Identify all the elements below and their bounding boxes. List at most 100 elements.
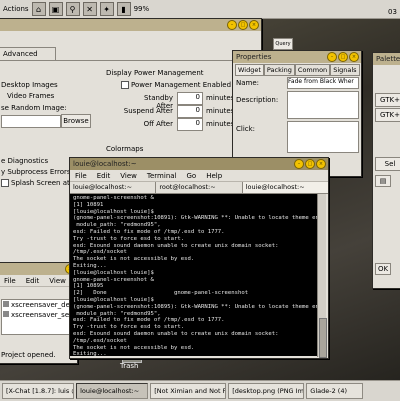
list-item[interactable]: xscreensaver_settin <box>2 310 76 320</box>
suspend-label: Suspend After <box>123 107 173 115</box>
off-input[interactable]: 0 <box>177 118 203 131</box>
list-item[interactable]: xscreensaver_demo <box>2 300 76 310</box>
close-icon[interactable]: × <box>316 159 326 169</box>
terminal-line: module_path: "redmond95", <box>73 310 161 317</box>
suspend-input[interactable]: 0 <box>177 105 203 118</box>
clock: 03 <box>388 8 397 16</box>
colormaps-section-title: Colormaps <box>106 145 144 153</box>
terminal-line: The socket is not accessible by esd. <box>73 344 195 351</box>
power-enabled-checkbox[interactable] <box>121 81 129 89</box>
file-name: xscreensaver_demo <box>11 301 76 309</box>
terminal-titlebar[interactable]: louie@localhost:~ – □ × <box>70 158 328 170</box>
description-input[interactable] <box>287 91 359 119</box>
query-button[interactable]: Query <box>273 38 293 50</box>
power-enabled-option[interactable]: Power Management Enabled <box>121 81 231 89</box>
terminal-line: /tmp/.esd/socket <box>73 337 127 344</box>
name-input[interactable]: Fade from Black Wher <box>287 77 359 89</box>
terminal-output[interactable]: gnome-panel-screenshot & [1] 10891 [louie@… <box>70 194 317 356</box>
properties-title: Properties <box>236 53 272 61</box>
menu-terminal[interactable]: Terminal <box>147 172 177 180</box>
terminal-line: esd: Failed to fix mode of /tmp/.esd to … <box>73 228 225 235</box>
menu-go[interactable]: Go <box>187 172 197 180</box>
tab-divider <box>0 60 261 61</box>
task-terminal[interactable]: louie@localhost:~ <box>76 383 149 399</box>
tab-common[interactable]: Common <box>294 64 331 76</box>
name-label: Name: <box>236 79 260 87</box>
battery-percent: 99% <box>133 5 150 13</box>
palette-widget-icon[interactable]: ▤ <box>375 175 391 187</box>
terminal-line: Try -trust to force esd to start. <box>73 324 185 331</box>
menu-view[interactable]: View <box>120 172 137 180</box>
terminal-tab-1[interactable]: louie@localhost:~ <box>70 182 157 193</box>
minimize-icon[interactable]: – <box>227 20 237 30</box>
palette-ok-button[interactable]: OK <box>375 263 391 275</box>
tab-signals[interactable]: Signals <box>330 64 360 76</box>
maximize-icon[interactable]: □ <box>305 159 315 169</box>
terminal-line: [2] Done gnome-panel-screenshot <box>73 290 249 297</box>
standby-input[interactable]: 0 <box>177 92 203 105</box>
terminal-line: [louie@localhost louie]$ <box>73 269 154 276</box>
diagnostics-option[interactable]: e Diagnostics <box>1 157 48 165</box>
task-image-viewer[interactable]: [desktop.png (PNG Im <box>228 383 305 399</box>
diagnostics-label: e Diagnostics <box>1 157 49 165</box>
menu-file[interactable]: File <box>4 277 16 285</box>
task-xchat[interactable]: [X-Chat [1.8.7]: luis @ <box>2 383 75 399</box>
menu-edit[interactable]: Edit <box>26 277 40 285</box>
project-titlebar[interactable]: × <box>0 263 77 275</box>
task-browser[interactable]: [Not Ximian and Not F <box>150 383 227 399</box>
network-icon[interactable]: ✦ <box>99 2 114 16</box>
splash-checkbox[interactable] <box>1 179 9 187</box>
palette-title: Palette <box>376 55 400 63</box>
menu-file[interactable]: File <box>75 172 87 180</box>
terminal-line: [louie@localhost louie]$ <box>73 296 154 303</box>
maximize-icon[interactable]: □ <box>338 52 348 62</box>
maximize-icon[interactable]: □ <box>238 20 248 30</box>
palette-gtk-button-1[interactable]: GTK+ <box>375 93 400 107</box>
palette-titlebar[interactable]: Palette <box>373 53 400 65</box>
properties-tabs: Widget Packing Common Signals <box>235 64 360 76</box>
terminal-line: Exiting... <box>73 351 107 356</box>
terminal-tab-2[interactable]: root@localhost:~ <box>156 182 243 193</box>
desktop-images-option[interactable]: Desktop Images <box>1 81 58 89</box>
workspace-switcher[interactable] <box>365 384 400 398</box>
terminal-line: /tmp/.esd/socket <box>73 249 127 256</box>
tab-packing[interactable]: Packing <box>263 64 295 76</box>
subprocess-errors-label: y Subprocess Errors <box>1 168 71 176</box>
palette-select-button[interactable]: Sel <box>375 157 400 171</box>
menu-help[interactable]: Help <box>206 172 222 180</box>
close-icon[interactable]: × <box>349 52 359 62</box>
subprocess-errors-option[interactable]: y Subprocess Errors <box>1 168 71 176</box>
task-glade[interactable]: Glade-2 (4) <box>306 383 363 399</box>
video-frames-label: Video Frames <box>7 92 55 100</box>
terminal-line: esd: Esound sound daemon unable to creat… <box>73 242 279 249</box>
terminal-tab-3[interactable]: louie@localhost:~ <box>242 182 328 193</box>
menu-view[interactable]: View <box>49 277 66 285</box>
palette-gtk-button-2[interactable]: GTK+ <box>375 108 400 122</box>
click-input[interactable] <box>287 121 359 153</box>
minimize-icon[interactable]: – <box>327 52 337 62</box>
video-frames-option[interactable]: Video Frames <box>7 92 54 100</box>
random-image-path-input[interactable] <box>1 115 61 128</box>
terminal-body: gnome-panel-screenshot & [1] 10891 [louie@… <box>70 194 328 358</box>
terminal-scrollbar[interactable] <box>317 194 327 358</box>
close-icon[interactable]: × <box>249 20 259 30</box>
properties-titlebar[interactable]: Properties – □ × <box>233 51 361 63</box>
terminal-title: louie@localhost:~ <box>73 160 137 168</box>
tools-icon[interactable]: ✕ <box>82 2 97 16</box>
terminal-line: Exiting... <box>73 262 107 269</box>
battery-icon: ▮ <box>116 2 131 16</box>
app-launcher-icon[interactable]: ⌂ <box>31 2 46 16</box>
tab-widget[interactable]: Widget <box>235 64 264 76</box>
tab-advanced[interactable]: Advanced <box>0 47 56 60</box>
actions-menu[interactable]: Actions <box>3 5 29 13</box>
screensaver-titlebar[interactable]: – □ × <box>0 19 261 31</box>
terminal-line: The socket is not accessible by esd. <box>73 256 195 263</box>
search-icon[interactable]: ⚲ <box>65 2 80 16</box>
menu-edit[interactable]: Edit <box>97 172 111 180</box>
terminal-line: (gnome-panel-screenshot:10891): Gtk-WARN… <box>73 215 317 222</box>
scrollbar-thumb[interactable] <box>319 318 327 358</box>
browse-button[interactable]: Browse <box>61 114 91 128</box>
terminal-launcher-icon[interactable]: ▣ <box>48 2 63 16</box>
terminal-window: louie@localhost:~ – □ × File Edit View Ter… <box>69 157 329 359</box>
minimize-icon[interactable]: – <box>294 159 304 169</box>
